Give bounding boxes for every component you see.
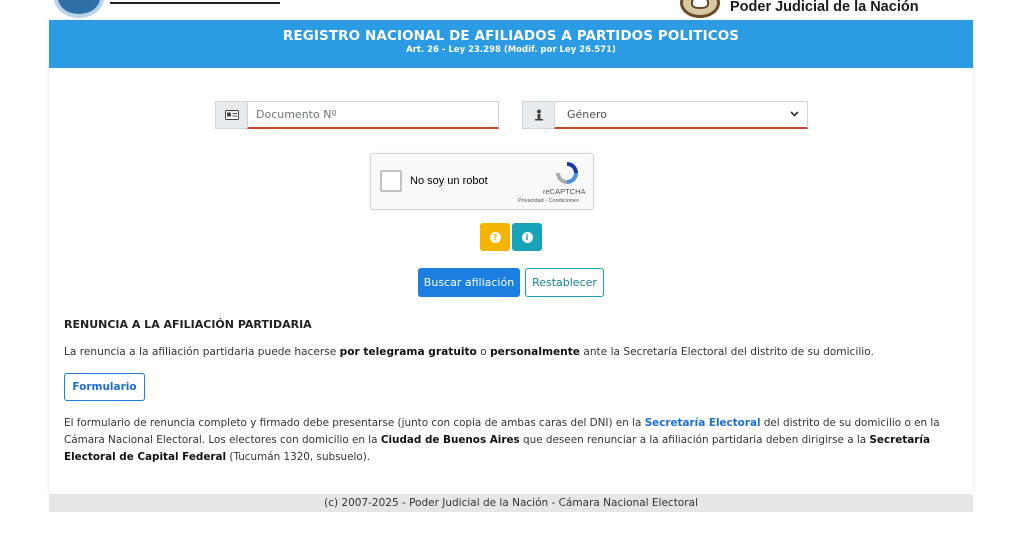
bold-text: por telegrama gratuito [339,346,477,358]
id-card-icon [215,101,247,129]
bold-text: personalmente [490,346,580,358]
renuncia-paragraph-2: El formulario de renuncia completo y fir… [64,415,944,466]
bold-text: Ciudad de Buenos Aires [380,434,520,446]
renuncia-paragraph-1: La renuncia a la afiliación partidaria p… [64,346,874,358]
question-icon: ? [489,231,501,243]
site-logo [54,0,104,18]
recaptcha-links[interactable]: Privacidad - Condiciones [518,198,579,204]
top-brand-bar: Poder Judicial de la Nación [0,0,1024,20]
text-span: El formulario de renuncia completo y fir… [64,417,645,429]
recaptcha-label: No soy un robot [410,175,488,187]
recaptcha-logo-icon [554,162,580,184]
formulario-button[interactable]: Formulario [64,373,145,401]
info-button[interactable]: i [512,223,542,251]
footer: (c) 2007-2025 - Poder Judicial de la Nac… [49,494,973,512]
recaptcha-checkbox[interactable] [380,170,402,192]
logo-underline [110,2,280,4]
brand-name: Poder Judicial de la Nación [730,0,919,15]
info-icon: i [521,231,533,243]
document-field: Documento Nº [215,101,499,129]
text-span: ante la Secretaría Electoral del distrit… [579,346,874,358]
reset-button[interactable]: Restablecer [525,268,604,297]
text-span: La renuncia a la afiliación partidaria p… [64,346,340,358]
gender-field: Género [522,101,808,129]
secretaria-electoral-link[interactable]: Secretaría Electoral [645,417,761,429]
text-span: que deseen renunciar a la afiliación par… [519,434,870,446]
chevron-down-icon [790,110,799,120]
recaptcha-widget: No soy un robot reCAPTCHA Privacidad - C… [370,153,594,210]
poder-judicial-seal-icon [680,0,720,18]
recaptcha-brand: reCAPTCHA [543,187,586,196]
renuncia-title: RENUNCIA A LA AFILIACIÓN PARTIDARIA [64,318,312,331]
main-card: REGISTRO NACIONAL DE AFILIADOS A PARTIDO… [49,20,973,494]
text-span: o [476,346,491,358]
gender-select[interactable]: Género [554,101,808,129]
page-title: REGISTRO NACIONAL DE AFILIADOS A PARTIDO… [282,28,740,44]
text-span: (Tucumán 1320, subsuelo). [226,451,371,463]
person-icon [522,101,554,129]
gender-select-value: Género [567,108,608,121]
page-subtitle: Art. 26 - Ley 23.298 (Modif. por Ley 26.… [406,45,616,55]
help-button[interactable]: ? [480,223,510,251]
search-affiliation-button[interactable]: Buscar afiliación [418,268,520,297]
page-header: REGISTRO NACIONAL DE AFILIADOS A PARTIDO… [49,20,973,68]
document-input[interactable]: Documento Nº [247,101,499,129]
